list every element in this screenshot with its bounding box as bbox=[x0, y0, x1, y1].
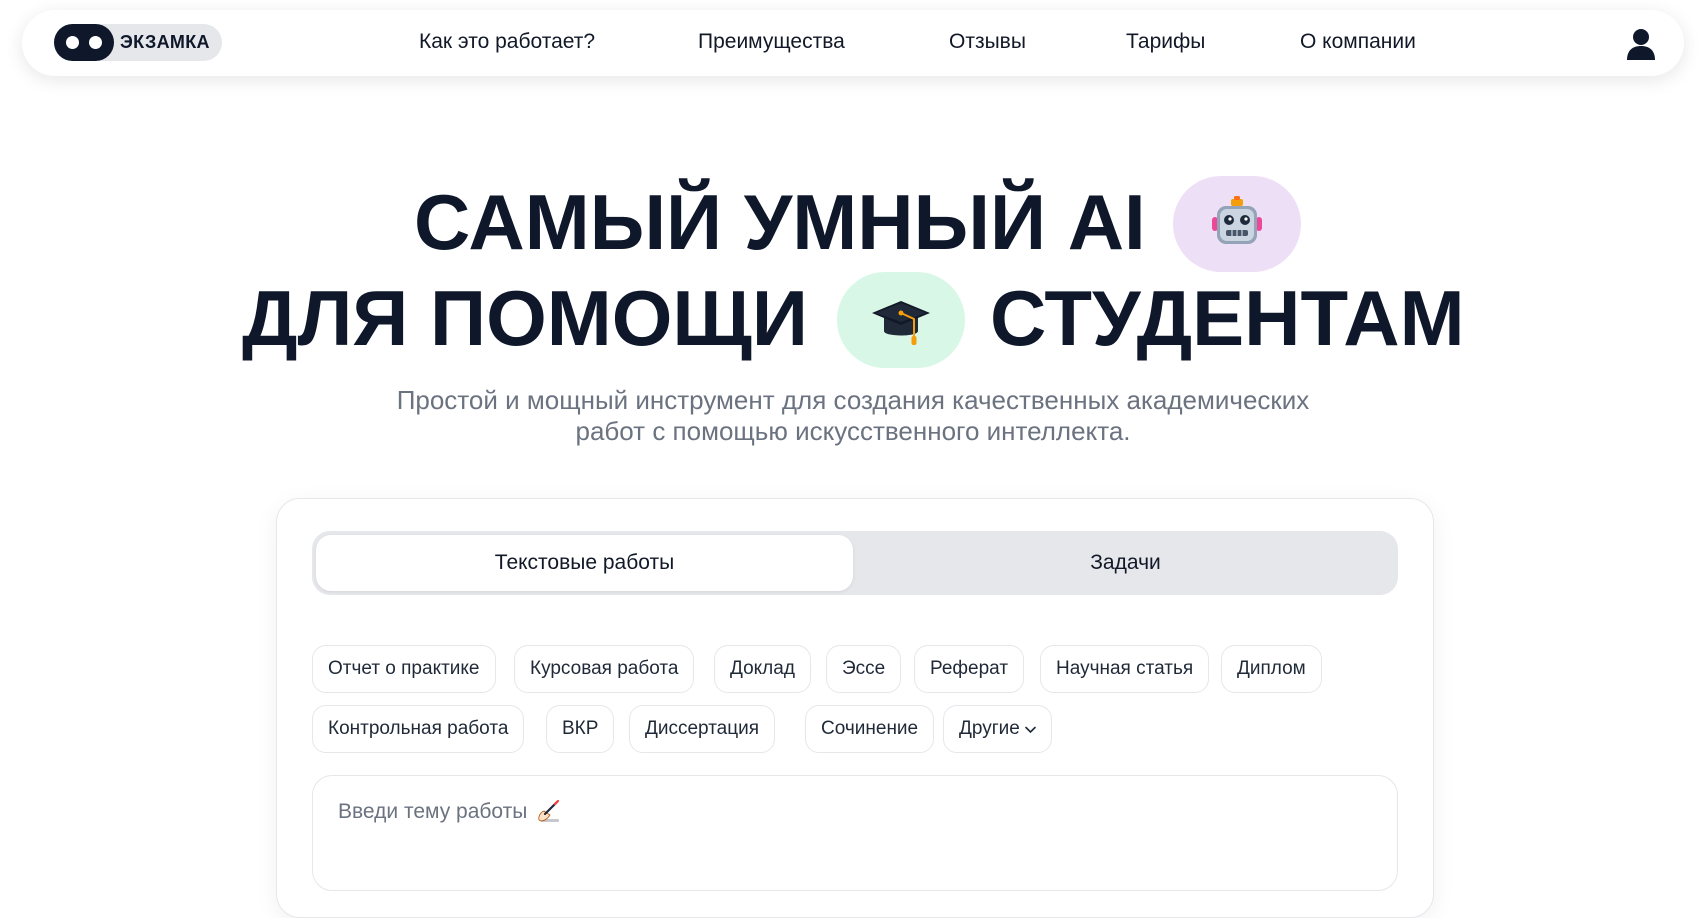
chip-abstract[interactable]: Реферат bbox=[914, 645, 1025, 693]
generator-card: Текстовые работы Задачи Отчет о практике… bbox=[276, 498, 1434, 918]
chip-essay[interactable]: Эссе bbox=[826, 645, 902, 693]
topic-placeholder-text: Введи тему работы bbox=[338, 800, 528, 823]
topic-input[interactable]: Введи тему работы bbox=[312, 775, 1398, 891]
nav-advantages[interactable]: Преимущества bbox=[698, 30, 845, 54]
work-type-tabs: Текстовые работы Задачи bbox=[312, 531, 1398, 595]
hero-title-part-1: САМЫЙ УМНЫЙ AI bbox=[414, 178, 1146, 266]
hero-subtitle-line-2: работ с помощью искусственного интеллект… bbox=[575, 416, 1131, 446]
chip-scientific-article[interactable]: Научная статья bbox=[1040, 645, 1210, 693]
chip-diploma[interactable]: Диплом bbox=[1221, 645, 1322, 693]
writing-hand-icon bbox=[538, 800, 560, 822]
hero-title-part-2: ДЛЯ ПОМОЩИ bbox=[242, 274, 808, 362]
tab-text-works[interactable]: Текстовые работы bbox=[316, 535, 853, 591]
chevron-down-icon bbox=[1025, 726, 1036, 734]
chip-coursework[interactable]: Курсовая работа bbox=[514, 645, 695, 693]
nav-pricing[interactable]: Тарифы bbox=[1126, 30, 1205, 54]
user-icon[interactable] bbox=[1626, 28, 1656, 60]
chip-composition[interactable]: Сочинение bbox=[805, 705, 935, 753]
hero-subtitle-line-1: Простой и мощный инструмент для создания… bbox=[396, 385, 1310, 415]
nav-about-company[interactable]: О компании bbox=[1300, 30, 1416, 54]
graduation-cap-emoji-pill bbox=[837, 272, 965, 368]
chip-others-label: Другие bbox=[959, 718, 1020, 739]
topic-placeholder: Введи тему работы bbox=[338, 800, 561, 824]
hero-subtitle: Простой и мощный инструмент для создания… bbox=[0, 385, 1706, 447]
logo-text: ЭКЗАМКА bbox=[120, 32, 210, 52]
graduation-cap-icon bbox=[872, 301, 930, 345]
nav-how-it-works[interactable]: Как это работает? bbox=[419, 30, 595, 54]
logo-eyes-icon bbox=[54, 24, 114, 61]
chip-practice-report[interactable]: Отчет о практике bbox=[312, 645, 496, 693]
site-header: ЭКЗАМКА Как это работает? Преимущества О… bbox=[22, 10, 1684, 76]
chip-others-dropdown[interactable]: Другие bbox=[943, 705, 1052, 753]
robot-icon bbox=[1212, 196, 1262, 244]
chip-report[interactable]: Доклад bbox=[714, 645, 811, 693]
logo[interactable]: ЭКЗАМКА bbox=[54, 24, 222, 61]
hero-title-part-3: СТУДЕНТАМ bbox=[990, 274, 1465, 362]
chip-dissertation[interactable]: Диссертация bbox=[629, 705, 776, 753]
tab-tasks[interactable]: Задачи bbox=[857, 535, 1394, 591]
robot-emoji-pill bbox=[1173, 176, 1301, 272]
main-nav: Как это работает? Преимущества Отзывы Та… bbox=[22, 10, 1684, 76]
chip-vkr[interactable]: ВКР bbox=[546, 705, 615, 753]
nav-reviews[interactable]: Отзывы bbox=[949, 30, 1026, 54]
chip-control-work[interactable]: Контрольная работа bbox=[312, 705, 525, 753]
